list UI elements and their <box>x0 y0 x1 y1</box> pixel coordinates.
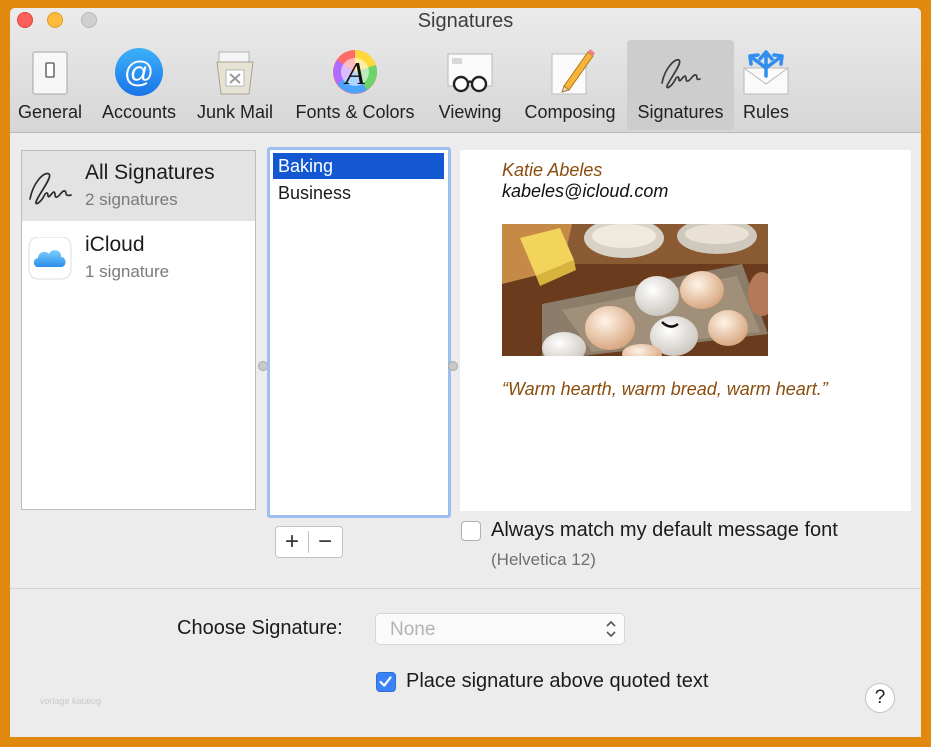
add-signature-button[interactable]: + <box>276 527 308 557</box>
place-above-quoted-label: Place signature above quoted text <box>406 670 709 692</box>
tab-label: Fonts & Colors <box>295 102 415 122</box>
checkmark-icon <box>379 676 392 687</box>
choose-signature-select[interactable]: None <box>375 613 625 645</box>
account-name: All Signatures <box>85 161 215 184</box>
account-all-signatures[interactable]: All Signatures 2 signatures <box>22 151 255 221</box>
rules-envelope-icon <box>743 50 789 95</box>
choose-signature-label: Choose Signature: <box>177 617 343 639</box>
tab-fonts-colors[interactable]: A Fonts & Colors <box>286 40 424 130</box>
svg-text:@: @ <box>124 56 154 89</box>
trash-bin-icon <box>216 51 254 95</box>
watermark-text: vorlage katalog <box>40 696 102 706</box>
tab-accounts[interactable]: @ Accounts <box>94 40 184 130</box>
account-icloud[interactable]: iCloud 1 signature <box>22 223 255 293</box>
window-title: Signatures <box>417 10 514 32</box>
tab-general[interactable]: General <box>12 40 88 130</box>
tab-rules[interactable]: Rules <box>736 40 796 130</box>
chevron-updown-icon <box>606 620 616 638</box>
glasses-envelope-icon <box>447 53 493 93</box>
add-remove-control: + − <box>275 526 343 558</box>
place-above-quoted-checkbox[interactable] <box>376 672 396 692</box>
svg-text:A: A <box>343 55 365 91</box>
icloud-icon <box>28 237 72 280</box>
pencil-paper-icon <box>551 49 595 95</box>
font-color-wheel-icon: A <box>333 49 378 94</box>
general-switch-icon <box>32 51 68 95</box>
section-divider <box>10 588 921 589</box>
help-button[interactable]: ? <box>865 683 895 713</box>
remove-signature-button[interactable]: − <box>309 527 341 557</box>
signature-item-baking[interactable]: Baking <box>273 153 444 179</box>
accounts-list: All Signatures 2 signatures iCloud 1 sig… <box>21 150 256 510</box>
eggs-butter-flour-photo <box>502 224 768 356</box>
signature-icon <box>29 172 72 205</box>
tab-label: Viewing <box>438 102 502 122</box>
signature-email-text: kabeles@icloud.com <box>502 181 669 201</box>
tab-label: Accounts <box>101 102 177 122</box>
tab-viewing[interactable]: Viewing <box>430 40 510 130</box>
title-bar: Signatures General @ Accounts Junk Mail … <box>10 8 921 133</box>
signatures-splitter-handle[interactable] <box>448 361 458 371</box>
always-match-font-checkbox[interactable] <box>461 521 481 541</box>
tab-label: Signatures <box>637 102 724 122</box>
tab-composing[interactable]: Composing <box>516 40 624 130</box>
signature-quote-text: “Warm hearth, warm bread, warm heart.” <box>502 379 828 399</box>
account-signature-count: 1 signature <box>85 262 170 281</box>
account-name: iCloud <box>85 233 145 256</box>
tab-signatures[interactable]: Signatures <box>627 40 734 130</box>
tab-label: Junk Mail <box>196 102 274 122</box>
always-match-font-label: Always match my default message font <box>491 519 838 541</box>
tab-label: Rules <box>742 102 790 122</box>
tab-junk-mail[interactable]: Junk Mail <box>190 40 280 130</box>
signature-item-business[interactable]: Business <box>273 180 444 206</box>
at-sign-icon: @ <box>115 48 163 96</box>
choose-signature-value: None <box>390 619 436 640</box>
tab-label: Composing <box>524 102 616 122</box>
account-signature-count: 2 signatures <box>85 190 178 209</box>
signature-name-text: Katie Abeles <box>502 160 603 180</box>
signatures-list: Baking Business <box>267 147 451 518</box>
signature-editor[interactable]: Katie Abeles kabeles@icloud.com “Warm he… <box>460 150 911 511</box>
default-font-note: (Helvetica 12) <box>491 550 596 569</box>
mail-preferences-window: Signatures General @ Accounts Junk Mail … <box>10 8 921 737</box>
signature-icon <box>660 58 701 89</box>
tab-label: General <box>17 102 83 122</box>
